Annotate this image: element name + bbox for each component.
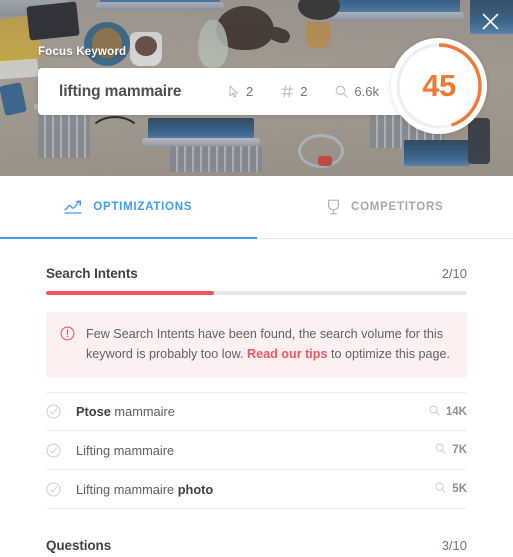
list-item-text: Lifting mammaire [76, 481, 178, 497]
metric-volume-value: 6.6k [354, 84, 379, 99]
list-item-text: Lifting mammaire [76, 442, 175, 458]
search-icon [435, 443, 446, 457]
search-icon [335, 85, 348, 98]
focus-keyword-label: Focus Keyword [38, 46, 127, 58]
search-intents-header: Search Intents 2/10 [46, 239, 467, 281]
hero-header: Focus Keyword lifting mammaire 2 2 6.6k … [0, 0, 513, 176]
table-row[interactable]: Ptose mammaire 14K [46, 392, 467, 432]
seo-score-value: 45 [422, 68, 456, 103]
list-item-text: mammaire [110, 404, 175, 420]
metric-position: 2 [281, 84, 307, 99]
check-circle-icon[interactable] [46, 443, 76, 458]
trend-chart-icon [64, 200, 83, 215]
content-area: Search Intents 2/10 Few Search Intents h… [0, 239, 513, 557]
low-volume-alert: Few Search Intents have been found, the … [46, 312, 467, 379]
search-icon [429, 405, 440, 419]
metric-position-value: 2 [300, 84, 308, 99]
seo-keyword-panel: Focus Keyword lifting mammaire 2 2 6.6k … [0, 0, 513, 557]
list-item-volume-value: 5K [452, 483, 467, 496]
check-circle-icon[interactable] [46, 404, 76, 419]
list-item-volume-value: 14K [445, 405, 467, 418]
list-item-bold-suffix: photo [177, 481, 214, 497]
table-row[interactable]: Lifting mammaire photo 5K [46, 470, 467, 510]
seo-score-gauge: 45 [391, 38, 487, 134]
tab-bar: OPTIMIZATIONS COMPETITORS [0, 176, 513, 239]
search-intents-title: Search Intents [46, 266, 138, 281]
hash-icon [281, 85, 294, 98]
table-row[interactable]: Lifting mammaire 7K [46, 431, 467, 471]
tab-optimizations-label: OPTIMIZATIONS [93, 201, 193, 213]
check-circle-icon[interactable] [46, 482, 76, 497]
search-icon [435, 482, 446, 496]
questions-title: Questions [46, 538, 112, 554]
metric-volume: 6.6k [335, 84, 379, 99]
tab-optimizations[interactable]: OPTIMIZATIONS [0, 176, 257, 239]
list-item-volume: 14K [429, 405, 467, 419]
search-intents-progress [46, 291, 467, 295]
list-item-label: Lifting mammaire [76, 443, 174, 458]
search-intents-count: 2/10 [441, 266, 467, 281]
tab-competitors[interactable]: COMPETITORS [257, 176, 513, 238]
keyword-value: lifting mammaire [59, 82, 182, 100]
list-item-label: Lifting mammaire photo [76, 482, 213, 497]
close-icon[interactable] [477, 8, 503, 34]
metric-clicks: 2 [228, 84, 253, 99]
alert-text: Few Search Intents have been found, the … [86, 325, 451, 364]
search-intents-list: Ptose mammaire 14K Lifting mammaire 7K L… [46, 392, 467, 510]
questions-header: Questions 3/10 [46, 509, 467, 553]
list-item-label: Ptose mammaire [76, 404, 175, 419]
alert-text-after: to optimize this page. [327, 346, 451, 361]
tab-competitors-label: COMPETITORS [351, 201, 444, 213]
read-our-tips-link[interactable]: Read our tips [247, 347, 327, 361]
list-item-volume: 5K [435, 482, 467, 496]
trophy-icon [326, 199, 341, 215]
list-item-volume-value: 7K [452, 444, 467, 457]
metric-clicks-value: 2 [245, 84, 254, 99]
list-item-volume: 7K [435, 443, 467, 457]
list-item-bold-prefix: Ptose [76, 404, 111, 420]
cursor-icon [228, 85, 240, 98]
alert-circle-icon [60, 326, 75, 341]
questions-count: 3/10 [441, 538, 467, 554]
